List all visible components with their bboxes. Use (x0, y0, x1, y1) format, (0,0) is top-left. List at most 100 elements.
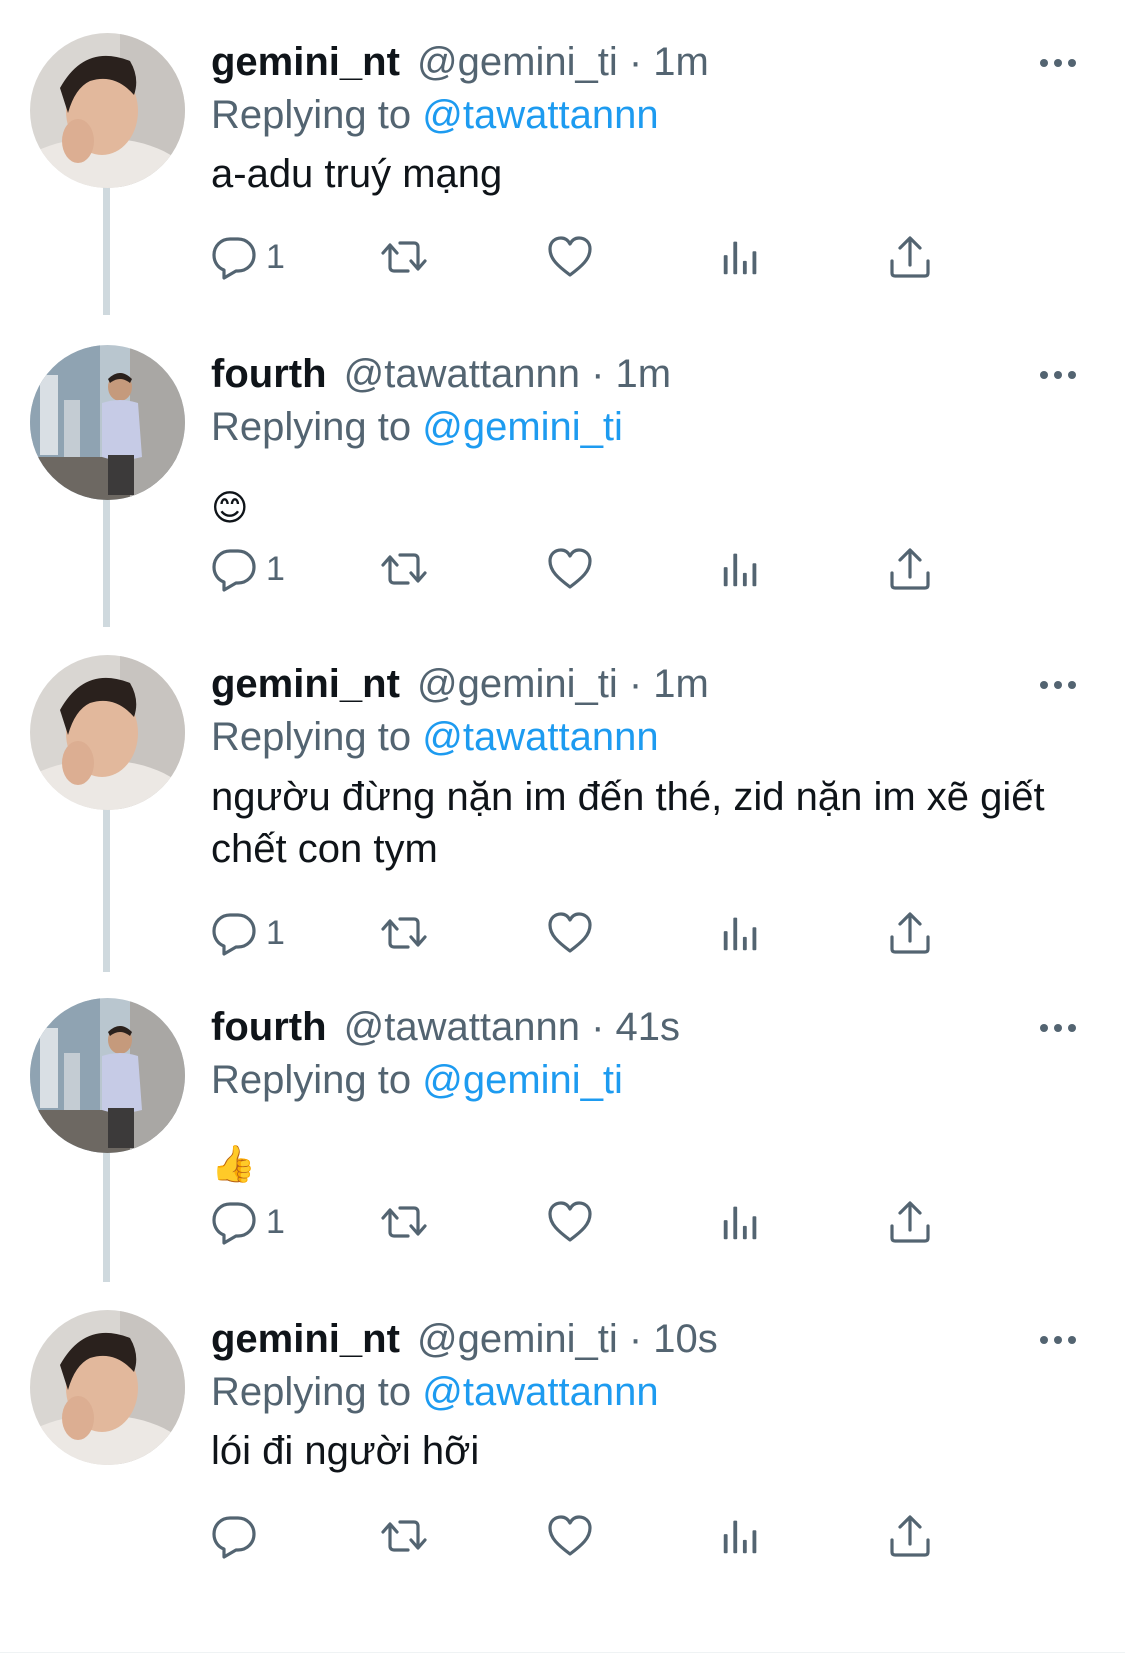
more-icon[interactable] (1040, 1332, 1084, 1348)
action-bar: 1 (210, 1194, 1050, 1250)
more-icon[interactable] (1040, 367, 1084, 383)
analytics-icon (718, 1198, 764, 1246)
avatar[interactable] (30, 655, 185, 810)
like-icon (546, 1198, 594, 1246)
timestamp[interactable]: 41s (616, 1005, 681, 1049)
reply-icon (210, 1512, 258, 1560)
tweet[interactable]: gemini_nt @gemini_ti · 1m Replying to @t… (0, 33, 1125, 313)
display-name[interactable]: gemini_nt (211, 40, 400, 84)
analytics-icon (718, 233, 764, 281)
avatar[interactable] (30, 33, 185, 188)
replying-label: Replying to (211, 93, 412, 137)
timestamp[interactable]: 1m (616, 352, 672, 396)
analytics-button[interactable] (718, 905, 764, 961)
display-name[interactable]: gemini_nt (211, 662, 400, 706)
analytics-button[interactable] (718, 541, 764, 597)
handle[interactable]: @gemini_ti (417, 40, 618, 84)
handle[interactable]: @tawattannn (344, 1005, 580, 1049)
tweet[interactable]: fourth @tawattannn · 1m Replying to @gem… (0, 345, 1125, 625)
retweet-icon (378, 545, 430, 593)
retweet-button[interactable] (378, 1194, 430, 1250)
tweet[interactable]: gemini_nt @gemini_ti · 1m Replying to @t… (0, 655, 1125, 985)
tweet[interactable]: gemini_nt @gemini_ti · 10s Replying to @… (0, 1310, 1125, 1610)
share-icon (886, 909, 934, 957)
retweet-icon (378, 1512, 430, 1560)
handle[interactable]: @tawattannn (344, 352, 580, 396)
like-icon (546, 1512, 594, 1560)
display-name[interactable]: fourth (211, 352, 327, 396)
share-button[interactable] (886, 1194, 934, 1250)
like-icon (546, 233, 594, 281)
reply-count: 1 (266, 913, 285, 952)
mention-link[interactable]: @tawattannn (422, 715, 658, 759)
avatar[interactable] (30, 345, 185, 500)
tweet-emoji: 👍 (211, 1143, 256, 1184)
reply-button[interactable]: 1 (210, 229, 285, 285)
retweet-button[interactable] (378, 905, 430, 961)
retweet-icon (378, 1198, 430, 1246)
replying-to: Replying to @gemini_ti (211, 1056, 623, 1104)
more-icon[interactable] (1040, 1020, 1084, 1036)
reply-button[interactable] (210, 1508, 266, 1564)
retweet-button[interactable] (378, 541, 430, 597)
more-icon[interactable] (1040, 677, 1084, 693)
reply-button[interactable]: 1 (210, 905, 285, 961)
analytics-button[interactable] (718, 229, 764, 285)
analytics-button[interactable] (718, 1194, 764, 1250)
tweet-text: lói đi người hỡi (211, 1429, 480, 1473)
separator: · (591, 1005, 605, 1049)
tweet-text: ngườu đừng nặn im đến thé, zid nặn im xẽ… (211, 775, 1045, 871)
like-button[interactable] (546, 541, 594, 597)
reply-icon (210, 909, 258, 957)
mention-link[interactable]: @gemini_ti (422, 405, 623, 449)
timestamp[interactable]: 1m (653, 40, 709, 84)
avatar[interactable] (30, 998, 185, 1153)
retweet-button[interactable] (378, 1508, 430, 1564)
replying-to: Replying to @gemini_ti (211, 403, 623, 451)
tweet-header: fourth @tawattannn · 41s (211, 1003, 680, 1051)
share-icon (886, 1512, 934, 1560)
share-button[interactable] (886, 229, 934, 285)
tweet-header: gemini_nt @gemini_ti · 10s (211, 1315, 718, 1363)
analytics-icon (718, 1512, 764, 1560)
tweet[interactable]: fourth @tawattannn · 41s Replying to @ge… (0, 998, 1125, 1278)
share-button[interactable] (886, 905, 934, 961)
timestamp[interactable]: 10s (653, 1317, 718, 1361)
reply-count: 1 (266, 549, 285, 588)
more-icon[interactable] (1040, 55, 1084, 71)
handle[interactable]: @gemini_ti (417, 1317, 618, 1361)
handle[interactable]: @gemini_ti (417, 662, 618, 706)
share-icon (886, 545, 934, 593)
replying-to: Replying to @tawattannn (211, 1368, 659, 1416)
reply-button[interactable]: 1 (210, 1194, 285, 1250)
analytics-button[interactable] (718, 1508, 764, 1564)
action-bar: 1 (210, 905, 1050, 961)
mention-link[interactable]: @tawattannn (422, 1370, 658, 1414)
mention-link[interactable]: @gemini_ti (422, 1058, 623, 1102)
timestamp[interactable]: 1m (653, 662, 709, 706)
like-icon (546, 545, 594, 593)
replying-label: Replying to (211, 1058, 412, 1102)
retweet-button[interactable] (378, 229, 430, 285)
tweet-emoji: 😊 (211, 487, 249, 528)
display-name[interactable]: fourth (211, 1005, 327, 1049)
share-button[interactable] (886, 541, 934, 597)
tweet-header: fourth @tawattannn · 1m (211, 350, 671, 398)
display-name[interactable]: gemini_nt (211, 1317, 400, 1361)
like-button[interactable] (546, 1508, 594, 1564)
share-button[interactable] (886, 1508, 934, 1564)
like-button[interactable] (546, 905, 594, 961)
mention-link[interactable]: @tawattannn (422, 93, 658, 137)
like-button[interactable] (546, 1194, 594, 1250)
avatar[interactable] (30, 1310, 185, 1465)
divider (0, 1652, 1125, 1653)
like-button[interactable] (546, 229, 594, 285)
replying-label: Replying to (211, 405, 412, 449)
tweet-text: a-adu truý mạng (211, 152, 503, 196)
action-bar (210, 1508, 1050, 1564)
share-icon (886, 1198, 934, 1246)
retweet-icon (378, 233, 430, 281)
reply-button[interactable]: 1 (210, 541, 285, 597)
reply-icon (210, 1198, 258, 1246)
separator: · (628, 662, 643, 706)
